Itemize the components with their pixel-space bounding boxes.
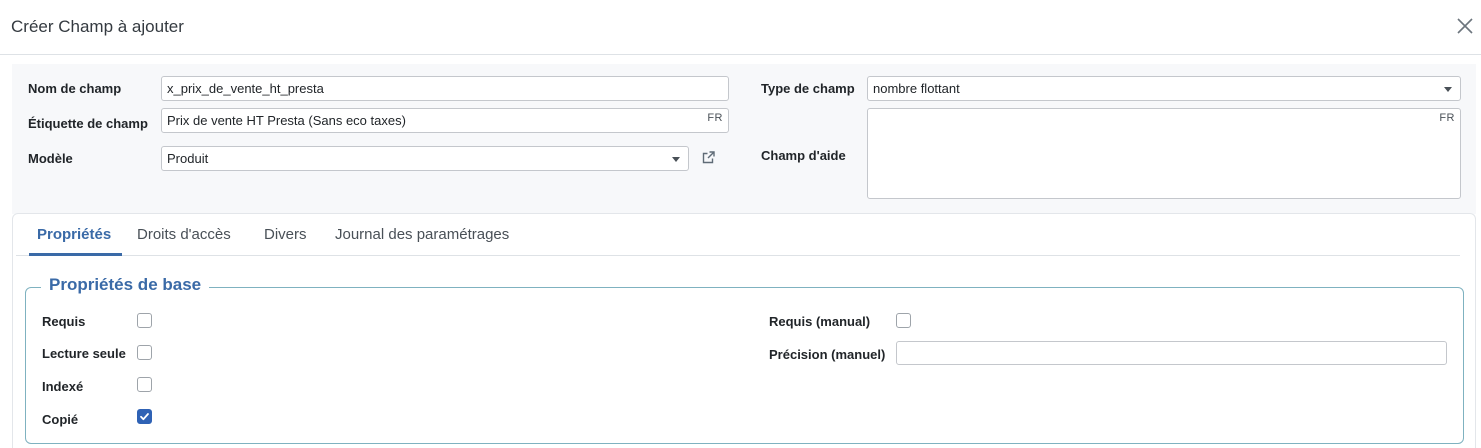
field-label-input[interactable]: Prix de vente HT Presta (Sans eco taxes)… [161,108,729,133]
model-select[interactable]: Produit [161,146,689,171]
check-icon [140,413,149,421]
required-checkbox[interactable] [137,313,152,328]
help-textarea[interactable]: FR [867,108,1461,199]
chevron-down-icon [1444,87,1452,92]
field-label-value: Prix de vente HT Presta (Sans eco taxes) [167,113,406,128]
tab-customization-log[interactable]: Journal des paramétrages [335,226,509,243]
tab-bar: Propriétés Droits d'accès Divers Journal… [16,214,1460,256]
model-external-link-button[interactable] [701,150,716,165]
field-label-label: Étiquette de champ [28,116,148,131]
modal-header: Créer Champ à ajouter [0,0,1481,55]
field-type-label: Type de champ [761,81,855,96]
modal-dialog: Créer Champ à ajouter Nom de champ x_pri… [0,0,1481,448]
field-name-label: Nom de champ [28,81,122,96]
field-name-value: x_prix_de_vente_ht_presta [167,81,324,96]
modal-title: Créer Champ à ajouter [11,17,184,36]
readonly-label: Lecture seule [42,346,126,361]
precision-manual-input[interactable] [896,341,1447,365]
close-button[interactable] [1453,14,1477,38]
active-tab-indicator [29,253,122,256]
help-lang-button[interactable]: FR [1439,112,1455,124]
external-link-icon [702,151,715,164]
indexed-label: Indexé [42,379,84,394]
copied-label: Copié [42,412,79,427]
field-name-input[interactable]: x_prix_de_vente_ht_presta [161,76,729,101]
basic-properties-group [25,287,1464,444]
required-label: Requis [42,314,86,329]
precision-manual-label: Précision (manuel) [769,347,886,362]
tab-access-rights[interactable]: Droits d'accès [137,226,231,243]
tab-misc[interactable]: Divers [264,226,307,243]
field-type-select[interactable]: nombre flottant [867,76,1461,101]
chevron-down-icon [672,157,680,162]
required-manual-checkbox[interactable] [896,313,911,328]
tab-properties[interactable]: Propriétés [37,226,111,243]
help-label: Champ d'aide [761,148,846,163]
required-manual-label: Requis (manual) [769,314,871,329]
model-value: Produit [167,151,209,166]
basic-properties-title: Propriétés de base [41,275,210,295]
model-label: Modèle [28,151,73,166]
close-icon [1457,18,1473,34]
field-type-value: nombre flottant [873,81,960,96]
field-label-lang-button[interactable]: FR [707,112,723,124]
readonly-checkbox[interactable] [137,345,152,360]
indexed-checkbox[interactable] [137,377,152,392]
copied-checkbox[interactable] [137,409,152,424]
